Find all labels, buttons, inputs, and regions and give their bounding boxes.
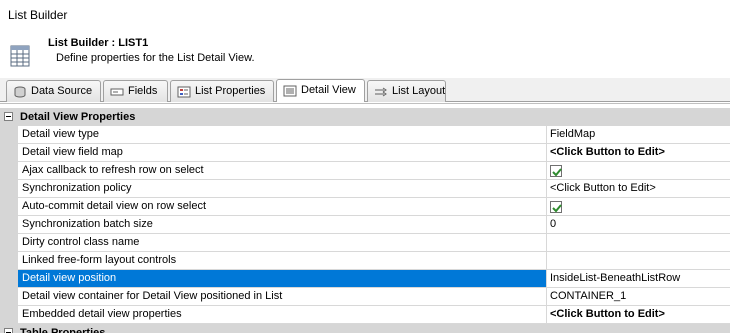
check-icon bbox=[552, 204, 562, 213]
property-name: Embedded detail view properties bbox=[18, 306, 547, 324]
field-icon bbox=[110, 85, 124, 97]
collapse-icon[interactable] bbox=[4, 112, 13, 121]
property-name: Detail view container for Detail View po… bbox=[18, 288, 547, 306]
property-row[interactable]: Auto-commit detail view on row select bbox=[0, 198, 730, 216]
database-icon bbox=[13, 85, 27, 98]
property-row[interactable]: Synchronization batch size 0 bbox=[0, 216, 730, 234]
property-value[interactable]: CONTAINER_1 bbox=[547, 288, 730, 306]
property-name: Linked free-form layout controls bbox=[18, 252, 547, 270]
check-icon bbox=[552, 168, 562, 177]
header-description: Define properties for the List Detail Vi… bbox=[56, 52, 255, 64]
header-title: List Builder : LIST1 bbox=[48, 37, 149, 49]
property-row[interactable]: Dirty control class name bbox=[0, 234, 730, 252]
tab-fields[interactable]: Fields bbox=[103, 80, 168, 102]
auto-commit-checkbox[interactable] bbox=[550, 201, 562, 213]
tab-detail-view[interactable]: Detail View bbox=[276, 79, 365, 102]
property-value[interactable] bbox=[547, 252, 730, 270]
properties-icon bbox=[177, 85, 191, 98]
property-name: Dirty control class name bbox=[18, 234, 547, 252]
property-row[interactable]: Ajax callback to refresh row on select bbox=[0, 162, 730, 180]
layout-icon bbox=[374, 85, 388, 97]
property-value[interactable]: 0 bbox=[547, 216, 730, 234]
tab-label: Detail View bbox=[301, 84, 356, 96]
section-table-properties[interactable]: Table Properties bbox=[0, 324, 730, 333]
property-row[interactable]: Embedded detail view properties <Click B… bbox=[0, 306, 730, 324]
property-value[interactable] bbox=[547, 234, 730, 252]
property-value[interactable]: <Click Button to Edit> bbox=[547, 306, 730, 324]
property-row[interactable]: Linked free-form layout controls bbox=[0, 252, 730, 270]
ajax-callback-checkbox[interactable] bbox=[550, 165, 562, 177]
detail-view-icon bbox=[283, 84, 297, 97]
section-title: Detail View Properties bbox=[20, 111, 136, 123]
tab-data-source[interactable]: Data Source bbox=[6, 80, 101, 102]
tab-list-layout[interactable]: List Layout bbox=[367, 80, 446, 102]
property-name: Synchronization batch size bbox=[18, 216, 547, 234]
property-name: Detail view position bbox=[18, 270, 547, 288]
header-panel: List Builder : LIST1 Define properties f… bbox=[0, 28, 730, 76]
property-value[interactable]: InsideList-BeneathListRow bbox=[547, 270, 730, 288]
list-builder-icon bbox=[10, 45, 30, 67]
section-detail-view-properties[interactable]: Detail View Properties bbox=[0, 108, 730, 126]
property-name: Ajax callback to refresh row on select bbox=[18, 162, 547, 180]
property-name: Detail view type bbox=[18, 126, 547, 144]
section-title: Table Properties bbox=[20, 327, 106, 333]
property-row[interactable]: Detail view field map <Click Button to E… bbox=[0, 144, 730, 162]
tab-label: Data Source bbox=[31, 85, 93, 97]
property-value bbox=[547, 198, 730, 216]
property-row[interactable]: Detail view container for Detail View po… bbox=[0, 288, 730, 306]
window-title: List Builder bbox=[8, 8, 68, 22]
tab-label: List Properties bbox=[195, 85, 266, 97]
property-value[interactable]: <Click Button to Edit> bbox=[547, 144, 730, 162]
tab-list-properties[interactable]: List Properties bbox=[170, 80, 274, 102]
property-value[interactable]: FieldMap bbox=[547, 126, 730, 144]
tab-strip: Data Source Fields List Properties Detai… bbox=[0, 78, 730, 102]
property-grid: Detail View Properties Detail view type … bbox=[0, 103, 730, 333]
property-name: Auto-commit detail view on row select bbox=[18, 198, 547, 216]
tab-label: Fields bbox=[128, 85, 158, 97]
tab-label: List Layout bbox=[392, 85, 446, 97]
property-value bbox=[547, 162, 730, 180]
property-row[interactable]: Synchronization policy <Click Button to … bbox=[0, 180, 730, 198]
property-row[interactable]: Detail view type FieldMap bbox=[0, 126, 730, 144]
collapse-icon[interactable] bbox=[4, 328, 13, 333]
property-value[interactable]: <Click Button to Edit> bbox=[547, 180, 730, 198]
property-name: Synchronization policy bbox=[18, 180, 547, 198]
property-name: Detail view field map bbox=[18, 144, 547, 162]
property-row-selected[interactable]: Detail view position InsideList-BeneathL… bbox=[0, 270, 730, 288]
